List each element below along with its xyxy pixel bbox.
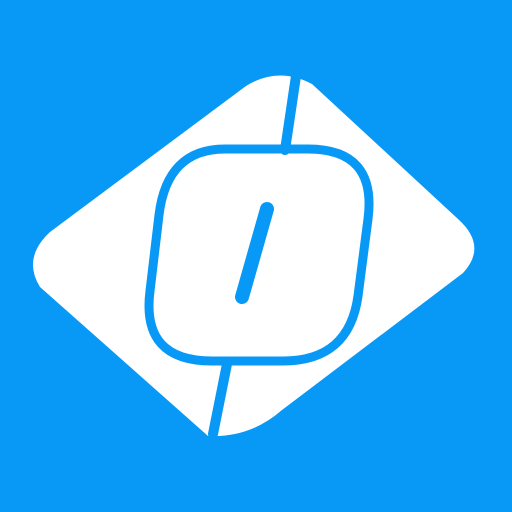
ticket-zero-icon bbox=[0, 0, 512, 512]
